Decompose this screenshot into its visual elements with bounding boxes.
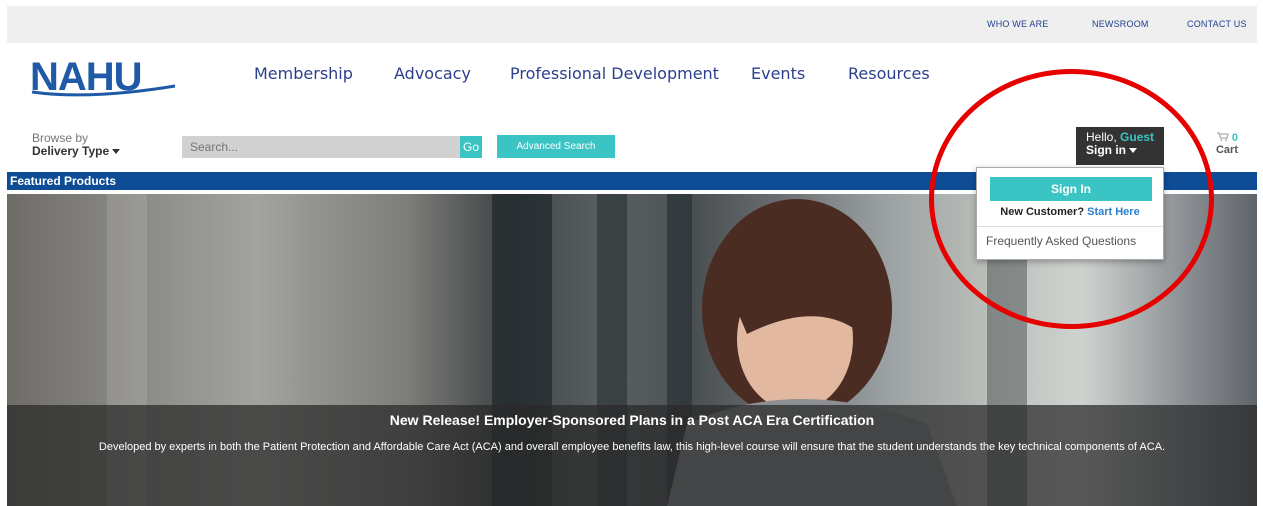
cart-label: Cart — [1215, 144, 1238, 156]
nahu-logo-graphic: NAHU — [30, 55, 176, 99]
browse-by-menu[interactable]: Browse by Delivery Type — [32, 132, 121, 158]
cart-icon — [1216, 132, 1229, 141]
nav-resources[interactable]: Resources — [848, 64, 930, 83]
search-input[interactable] — [182, 136, 460, 158]
hero-description: Developed by experts in both the Patient… — [98, 441, 1166, 453]
search-go-button[interactable]: Go — [460, 136, 482, 158]
caret-down-icon — [112, 149, 121, 155]
who-we-are-link[interactable]: WHO WE ARE — [987, 19, 1049, 29]
nav-advocacy[interactable]: Advocacy — [394, 64, 471, 83]
nav-professional-development[interactable]: Professional Development — [510, 64, 719, 83]
nahu-logo[interactable]: NAHU — [30, 55, 180, 100]
contact-us-link[interactable]: CONTACT US — [1187, 19, 1247, 29]
cart-count: 0 — [1231, 132, 1238, 144]
advanced-search-button[interactable]: Advanced Search — [497, 135, 615, 158]
nav-events[interactable]: Events — [751, 64, 805, 83]
annotation-circle — [929, 69, 1214, 329]
delivery-type-label: Delivery Type — [32, 144, 110, 158]
hero-title[interactable]: New Release! Employer-Sponsored Plans in… — [7, 412, 1257, 428]
utility-bar: WHO WE ARE NEWSROOM CONTACT US — [7, 6, 1257, 43]
nav-membership[interactable]: Membership — [254, 64, 353, 83]
cart-link[interactable]: 0 Cart — [1208, 132, 1238, 156]
newsroom-link[interactable]: NEWSROOM — [1092, 19, 1149, 29]
